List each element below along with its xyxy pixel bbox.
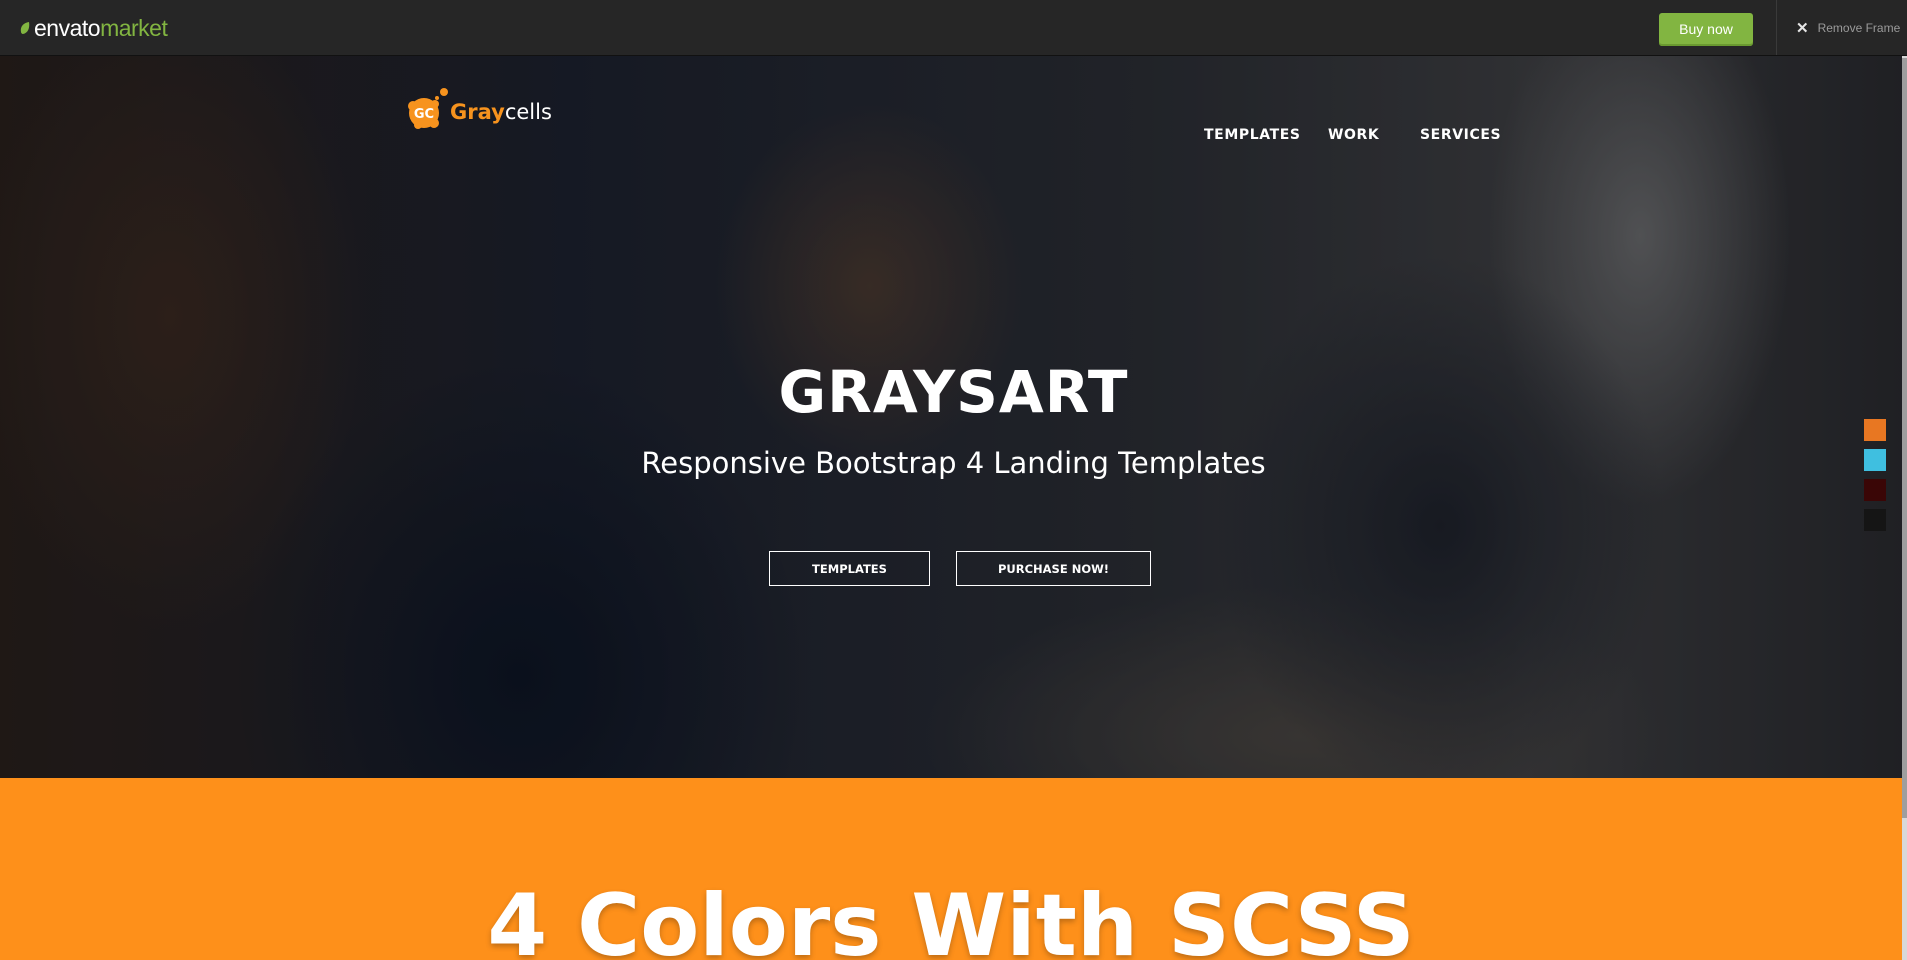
color-swatch-orange[interactable] (1864, 419, 1886, 441)
graycells-logo[interactable]: GC Graycells (404, 84, 552, 134)
brand-name: Graycells (450, 100, 552, 124)
color-swatch-maroon[interactable] (1864, 479, 1886, 501)
color-swatch-black[interactable] (1864, 509, 1886, 531)
nav-services[interactable]: SERVICES (1420, 127, 1501, 143)
brand-mark-text: GC (414, 107, 434, 122)
envato-market-wordmark: envatomarket (34, 14, 168, 41)
purchase-now-button[interactable]: PURCHASE NOW! (956, 551, 1151, 586)
hero-subtitle: Responsive Bootstrap 4 Landing Templates (641, 446, 1266, 480)
remove-frame-label: Remove Frame (1817, 21, 1901, 35)
remove-frame-link[interactable]: ✕ Remove Frame (1796, 19, 1900, 37)
color-switcher (1864, 419, 1886, 539)
nav-work[interactable]: WORK (1328, 127, 1379, 143)
paint-splash-logo-icon: GC (408, 88, 448, 129)
envato-market-logo[interactable]: envatomarket (19, 14, 168, 41)
colors-section: 4 Colors With SCSS (0, 778, 1902, 960)
hero-title: GRAYSART (778, 358, 1129, 426)
color-swatch-blue[interactable] (1864, 449, 1886, 471)
bar-divider (1776, 0, 1777, 55)
leaf-icon (20, 22, 30, 34)
buy-now-button[interactable]: Buy now (1659, 13, 1753, 46)
close-icon: ✕ (1796, 20, 1809, 37)
nav-templates[interactable]: TEMPLATES (1204, 127, 1301, 143)
templates-button[interactable]: TEMPLATES (769, 551, 930, 586)
colors-section-title: 4 Colors With SCSS (487, 876, 1415, 960)
hero-section: GC Graycells TEMPLATES WORK SERVICES GRA… (0, 56, 1907, 778)
page-scrollbar-thumb[interactable] (1902, 58, 1907, 818)
envato-top-bar: envatomarket Buy now ✕ Remove Frame (0, 0, 1907, 56)
